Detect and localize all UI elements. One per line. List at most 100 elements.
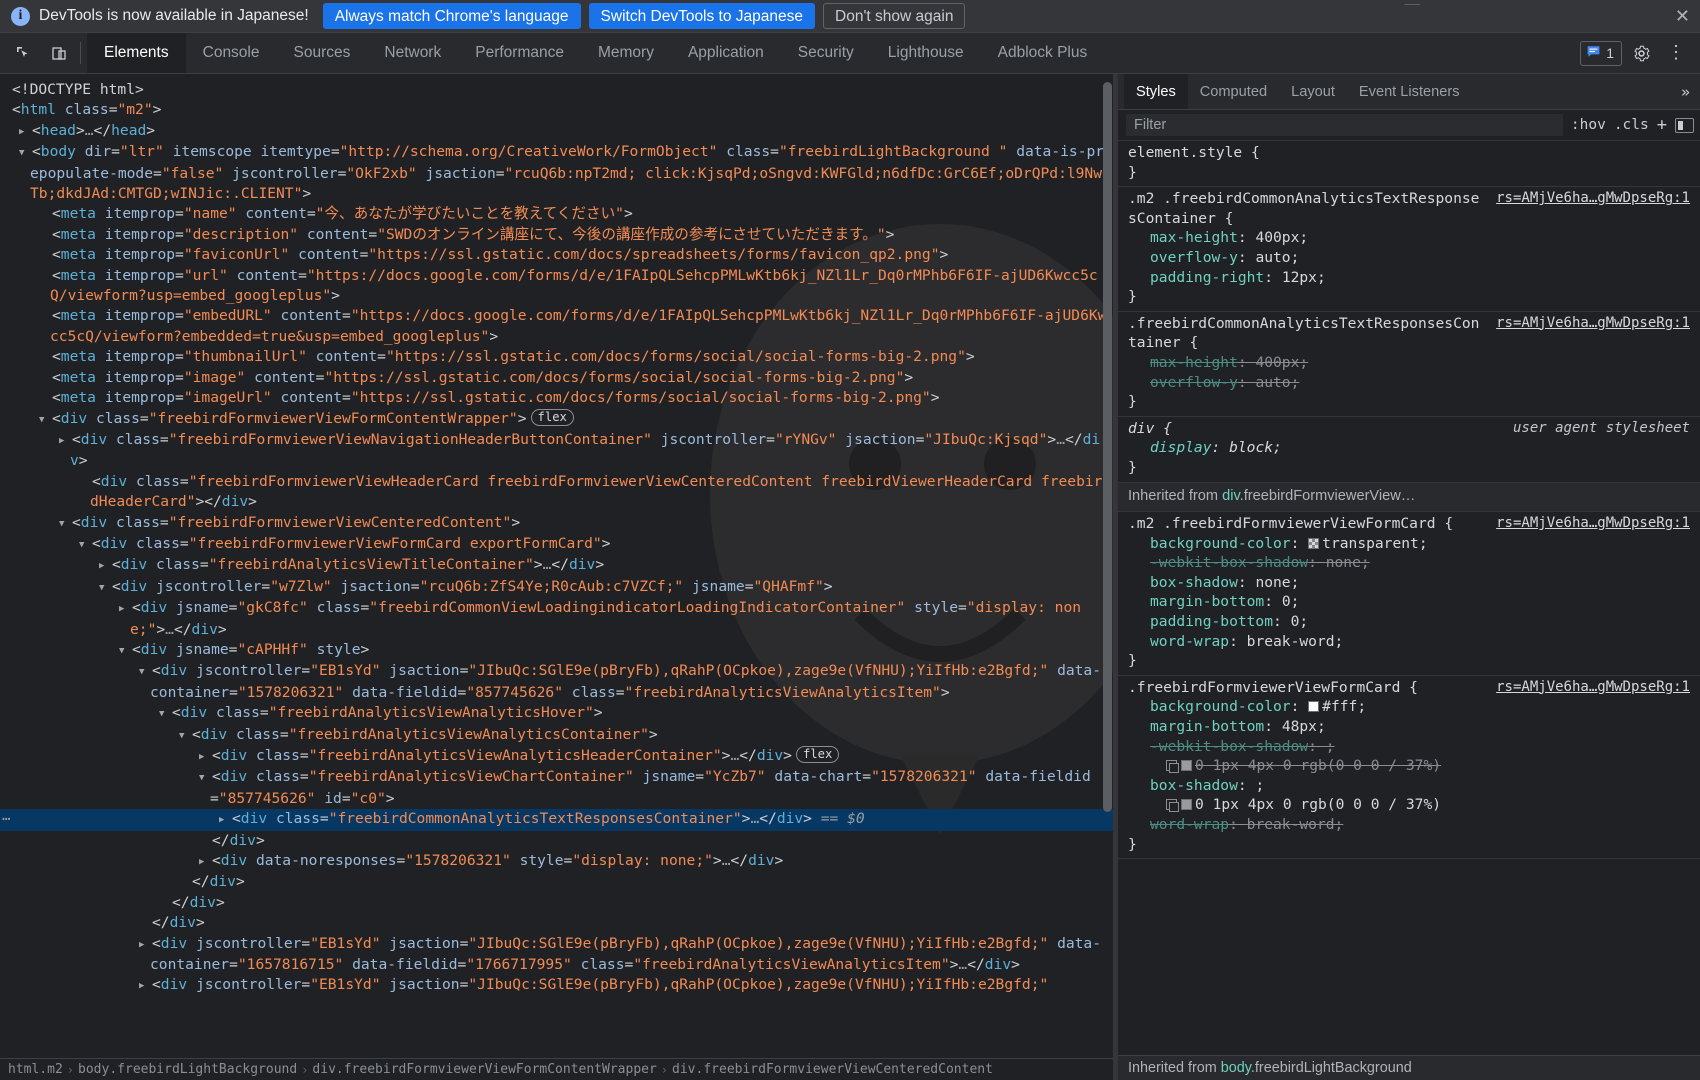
chevron-down-icon[interactable]: ▼ <box>39 410 50 430</box>
css-declaration[interactable]: overflow-y: auto; <box>1128 248 1690 268</box>
css-property[interactable]: max-height <box>1150 354 1238 371</box>
dom-node[interactable]: </div> <box>0 872 1113 892</box>
css-selector[interactable]: div { <box>1128 419 1172 439</box>
dom-node[interactable]: <!DOCTYPE html> <box>0 80 1113 100</box>
css-value[interactable]: auto <box>1255 249 1290 266</box>
chevron-down-icon[interactable]: ▼ <box>79 535 90 555</box>
css-selector[interactable]: element.style { <box>1128 143 1260 163</box>
tab-elements[interactable]: Elements <box>87 33 186 73</box>
dom-node[interactable]: ▼ <div class="freebirdAnalyticsViewAnalyt… <box>0 703 1113 724</box>
css-property[interactable]: background-color <box>1150 535 1291 552</box>
css-declaration[interactable]: margin-bottom: 48px; <box>1128 717 1690 737</box>
css-property[interactable]: word-wrap <box>1150 633 1229 650</box>
css-declaration[interactable]: word-wrap: break-word; <box>1128 632 1690 652</box>
color-swatch[interactable] <box>1308 537 1320 549</box>
dom-node[interactable]: </div> <box>0 893 1113 913</box>
dom-node[interactable]: ▶ <head>…</head> <box>0 121 1113 142</box>
chevron-right-icon[interactable]: ▶ <box>99 556 110 576</box>
css-property[interactable]: -webkit-box-shadow <box>1150 738 1308 755</box>
always-match-chrome-language-button[interactable]: Always match Chrome's language <box>322 3 581 29</box>
tab-security[interactable]: Security <box>781 33 871 73</box>
chevron-down-icon[interactable]: ▼ <box>119 641 130 661</box>
chevron-right-icon[interactable]: ▶ <box>59 431 70 451</box>
dom-node[interactable]: ▼ <div class="freebirdFormviewerViewFormC… <box>0 534 1113 555</box>
css-declaration[interactable]: 0 1px 4px 0 rgb(0 0 0 / 37%) <box>1128 756 1690 776</box>
css-rule-origin[interactable]: rs=AMjVe6ha…gMwDpseRg:1 <box>1496 514 1690 534</box>
css-property[interactable]: overflow-y <box>1150 374 1238 391</box>
css-declaration[interactable]: -webkit-box-shadow: none; <box>1128 553 1690 573</box>
dom-node[interactable]: </div> <box>0 831 1113 851</box>
toggle-class-editor-button[interactable]: .cls <box>1614 117 1649 133</box>
css-property[interactable]: margin-bottom <box>1150 718 1264 735</box>
close-icon[interactable]: ✕ <box>1675 7 1690 25</box>
css-property[interactable]: overflow-y <box>1150 249 1238 266</box>
css-property[interactable]: margin-bottom <box>1150 593 1264 610</box>
tab-memory[interactable]: Memory <box>581 33 671 73</box>
dom-node-selected[interactable]: ▶<div class="freebirdCommonAnalyticsText… <box>0 806 1113 831</box>
toggle-hover-state-button[interactable]: :hov <box>1571 117 1606 133</box>
box-shadow-editor-icon[interactable] <box>1166 760 1179 774</box>
css-declaration[interactable]: background-color: transparent; <box>1128 534 1690 554</box>
dom-node[interactable]: <meta itemprop="image" content="https://… <box>0 368 1113 388</box>
css-value[interactable]: none <box>1255 574 1290 591</box>
breadcrumb-item[interactable]: body.freebirdLightBackground <box>78 1062 297 1077</box>
tab-event-listeners[interactable]: Event Listeners <box>1347 74 1472 109</box>
chevron-right-icon[interactable]: ▶ <box>119 599 130 619</box>
color-swatch[interactable] <box>1181 799 1192 811</box>
dom-node[interactable]: <meta itemprop="imageUrl" content="https… <box>0 388 1113 408</box>
dom-node[interactable]: ▼ <div jscontroller="w7Zlw" jsaction="rcu… <box>0 577 1113 598</box>
css-declaration[interactable]: padding-right: 12px; <box>1128 268 1690 288</box>
flex-badge[interactable]: flex <box>795 746 840 763</box>
css-value[interactable]: transparent <box>1322 535 1419 552</box>
dom-node[interactable]: ▶ <div class="freebirdAnalyticsViewTitleC… <box>0 555 1113 576</box>
css-property[interactable]: -webkit-box-shadow <box>1150 554 1308 571</box>
dom-scrollbar-thumb[interactable] <box>1103 82 1112 812</box>
css-property[interactable]: background-color <box>1150 698 1291 715</box>
flex-badge[interactable]: flex <box>530 408 574 426</box>
dom-node[interactable]: ▶ <div class="freebirdFormviewerViewNavig… <box>0 430 1113 472</box>
css-declaration[interactable]: box-shadow: none; <box>1128 573 1690 593</box>
color-swatch[interactable] <box>1308 701 1320 713</box>
dom-node[interactable]: ▼ <div class="freebirdFormviewerViewCente… <box>0 513 1113 534</box>
dont-show-again-button[interactable]: Don't show again <box>823 3 966 29</box>
css-declaration[interactable]: word-wrap: break-word; <box>1128 815 1690 835</box>
chevron-down-icon[interactable]: ▼ <box>19 143 30 163</box>
chevron-down-icon[interactable]: ▼ <box>99 578 110 598</box>
dom-node[interactable]: </div> <box>0 913 1113 933</box>
css-rule[interactable]: .freebirdCommonAnalyticsTextResponsesCon… <box>1118 312 1700 417</box>
gear-icon[interactable] <box>1628 40 1654 66</box>
elements-dom-tree-pane[interactable]: <!DOCTYPE html> <html class="m2"> ▶ <head>…… <box>0 74 1113 1080</box>
css-rule-origin[interactable]: rs=AMjVe6ha…gMwDpseRg:1 <box>1496 189 1690 209</box>
css-property[interactable]: word-wrap <box>1150 816 1229 833</box>
breadcrumb-item[interactable]: html.m2 <box>8 1062 63 1077</box>
css-value[interactable]: #fff <box>1322 698 1357 715</box>
css-value[interactable]: 12px <box>1282 269 1317 286</box>
css-selector[interactable]: .m2 .freebirdFormviewerViewFormCard { <box>1128 514 1453 534</box>
css-property[interactable]: padding-bottom <box>1150 613 1273 630</box>
css-value[interactable]: 0 1px 4px 0 rgb(0 0 0 / 37%) <box>1195 757 1441 774</box>
dom-node[interactable]: ▼ <div jsname="cAPHHf" style> <box>0 640 1113 661</box>
tab-lighthouse[interactable]: Lighthouse <box>871 33 981 73</box>
dom-node[interactable]: <meta itemprop="faviconUrl" content="htt… <box>0 245 1113 265</box>
dom-node[interactable]: <meta itemprop="thumbnailUrl" content="h… <box>0 347 1113 367</box>
device-toolbar-icon[interactable] <box>46 40 72 66</box>
dom-node[interactable]: ▶ <div class="freebirdAnalyticsViewAnalyt… <box>0 746 1113 767</box>
css-rule-origin[interactable]: rs=AMjVe6ha…gMwDpseRg:1 <box>1496 314 1690 334</box>
css-selector[interactable]: .freebirdCommonAnalyticsTextResponsesCon… <box>1128 314 1486 353</box>
chevron-right-icon[interactable]: ▶ <box>199 747 210 767</box>
dom-node[interactable]: ▼ <div jscontroller="EB1sYd" jsaction="JI… <box>0 661 1113 703</box>
dom-node[interactable]: <meta itemprop="description" content="SW… <box>0 225 1113 245</box>
css-rule-origin[interactable]: rs=AMjVe6ha…gMwDpseRg:1 <box>1496 678 1690 698</box>
css-value[interactable]: none <box>1326 554 1361 571</box>
css-value[interactable]: 0 1px 4px 0 rgb(0 0 0 / 37%) <box>1195 796 1441 813</box>
dom-node[interactable]: ▶ <div data-noresponses="1578206321" styl… <box>0 851 1113 872</box>
switch-devtools-to-japanese-button[interactable]: Switch DevTools to Japanese <box>588 3 816 29</box>
breadcrumb-item[interactable]: div.freebirdFormviewerViewFormContentWra… <box>312 1062 656 1077</box>
css-declaration[interactable]: margin-bottom: 0; <box>1128 592 1690 612</box>
dom-node[interactable]: ▼ <div class="freebirdFormviewerViewFormC… <box>0 408 1113 430</box>
css-value[interactable]: 0 <box>1282 593 1291 610</box>
color-swatch[interactable] <box>1181 760 1192 772</box>
chevron-down-icon[interactable]: ▼ <box>159 704 170 724</box>
tab-network[interactable]: Network <box>367 33 458 73</box>
chevron-down-icon[interactable]: ▼ <box>59 514 70 534</box>
